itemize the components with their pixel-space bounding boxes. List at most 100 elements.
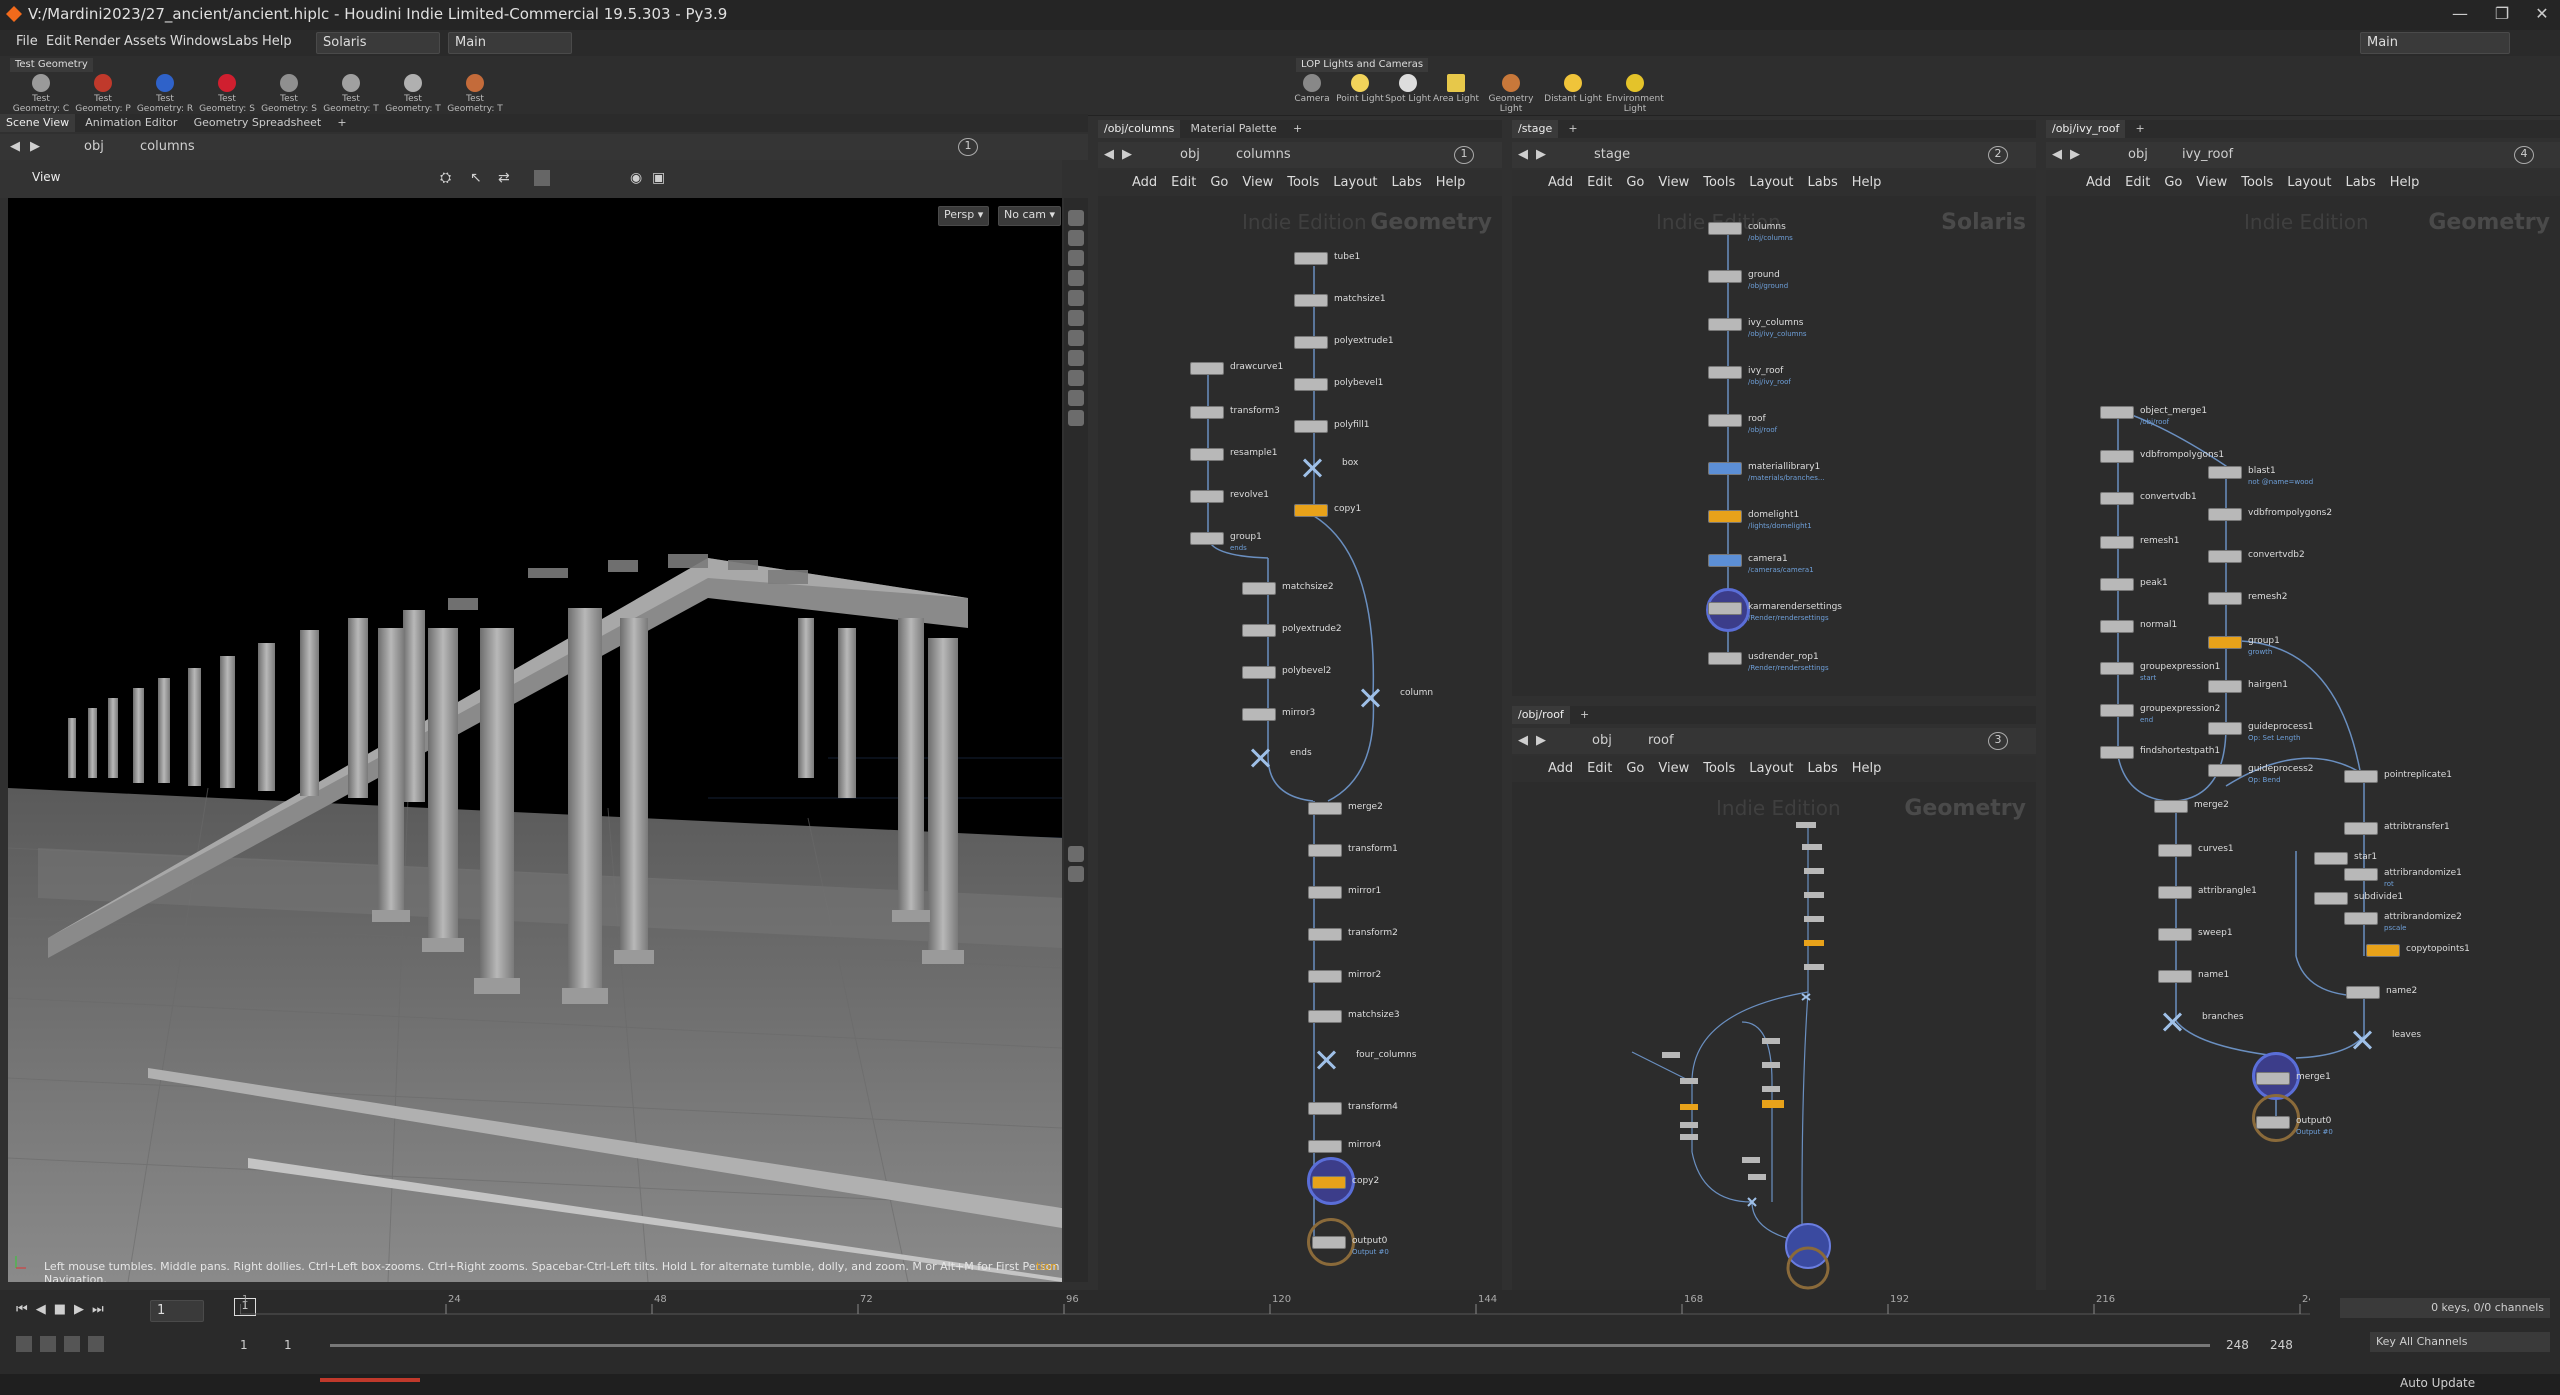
tab-material-palette[interactable]: Material Palette bbox=[1185, 120, 1283, 138]
network-node[interactable] bbox=[2158, 970, 2192, 983]
range-start[interactable]: 1 bbox=[240, 1338, 248, 1352]
net-menu-go[interactable]: Go bbox=[1210, 175, 1228, 196]
net-menu-help[interactable]: Help bbox=[1436, 175, 1466, 196]
realtime-toggle-icon[interactable] bbox=[16, 1336, 32, 1352]
network-node[interactable] bbox=[1708, 602, 1742, 615]
network-node[interactable] bbox=[1294, 420, 1328, 433]
network-node[interactable] bbox=[2208, 508, 2242, 521]
network-node[interactable] bbox=[1708, 510, 1742, 523]
net-menu-edit[interactable]: Edit bbox=[2125, 175, 2150, 196]
select-icon[interactable]: ↖ bbox=[470, 170, 482, 186]
roof-network-editor[interactable]: Geometry Indie Edition bbox=[1512, 782, 2036, 1290]
snap-icon[interactable]: ⇄ bbox=[498, 170, 510, 186]
network-node[interactable] bbox=[2158, 928, 2192, 941]
columns-network-editor[interactable]: Geometry Indie Edition tube1 matchsize1 po… bbox=[1098, 196, 1502, 1290]
network-node[interactable] bbox=[1294, 294, 1328, 307]
network-node[interactable] bbox=[2352, 1030, 2372, 1050]
net-menu-layout[interactable]: Layout bbox=[2287, 175, 2331, 196]
light-icon[interactable] bbox=[1068, 290, 1084, 306]
menu-windows[interactable]: Windows bbox=[170, 34, 228, 49]
network-node[interactable] bbox=[2162, 1012, 2182, 1032]
persp-camera-menu[interactable]: Persp ▾ bbox=[938, 206, 990, 226]
network-node[interactable] bbox=[2154, 800, 2188, 813]
network-node[interactable] bbox=[2208, 722, 2242, 735]
ivyroof-network-editor[interactable]: Geometry Indie Edition object_merge1/obj… bbox=[2046, 196, 2560, 1290]
no-cam-menu[interactable]: No cam ▾ bbox=[998, 206, 1061, 226]
network-node[interactable] bbox=[2100, 492, 2134, 505]
link-badge[interactable]: 1 bbox=[958, 138, 978, 156]
shelf-tool-test-geometry-rubbertoy[interactable]: Test Geometry: R bbox=[134, 74, 196, 114]
wireframe-icon[interactable] bbox=[1068, 370, 1084, 386]
tab-scene-view[interactable]: Scene View bbox=[0, 114, 76, 132]
net-menu-add[interactable]: Add bbox=[1548, 761, 1573, 782]
network-node[interactable] bbox=[2100, 704, 2134, 717]
shading-icon[interactable] bbox=[1068, 350, 1084, 366]
forward-arrow-icon[interactable]: ▶ bbox=[1122, 147, 1132, 162]
timeline-ruler[interactable]: 1 24 48 72 96 120 144 168 192 216 240 bbox=[240, 1290, 2310, 1330]
flipbook-icon[interactable]: ▣ bbox=[652, 170, 665, 186]
play-icon[interactable]: ▶ bbox=[74, 1302, 84, 1317]
network-node[interactable] bbox=[1308, 802, 1342, 815]
net-menu-layout[interactable]: Layout bbox=[1749, 761, 1793, 782]
keyframe-icon[interactable] bbox=[88, 1336, 104, 1352]
network-node[interactable] bbox=[2100, 450, 2134, 463]
net-menu-tools[interactable]: Tools bbox=[2241, 175, 2273, 196]
shelf-tab-test-geometry[interactable]: Test Geometry bbox=[10, 58, 93, 72]
shelf-tool-test-geometry-torus[interactable]: Test Geometry: T bbox=[444, 74, 506, 114]
network-node[interactable] bbox=[2256, 1072, 2290, 1085]
menu-render[interactable]: Render bbox=[74, 34, 120, 49]
tab-animation-editor[interactable]: Animation Editor bbox=[79, 114, 183, 132]
forward-arrow-icon[interactable]: ▶ bbox=[1536, 733, 1546, 748]
network-node[interactable] bbox=[2208, 636, 2242, 649]
network-node[interactable] bbox=[2208, 550, 2242, 563]
net-menu-go[interactable]: Go bbox=[1626, 761, 1644, 782]
close-button[interactable]: ✕ bbox=[2522, 4, 2560, 23]
network-node[interactable] bbox=[2346, 986, 2380, 999]
net-menu-labs[interactable]: Labs bbox=[1391, 175, 1421, 196]
minimize-button[interactable]: — bbox=[2440, 4, 2480, 23]
add-tab-button[interactable]: + bbox=[2130, 120, 2151, 138]
range-end[interactable]: 248 bbox=[2226, 1338, 2249, 1352]
shelf-tool-test-geometry-crag[interactable]: Test Geometry: C bbox=[10, 74, 72, 114]
path-node[interactable]: roof bbox=[1648, 733, 1674, 748]
tab-geometry-spreadsheet[interactable]: Geometry Spreadsheet bbox=[188, 114, 328, 132]
network-node[interactable] bbox=[2344, 822, 2378, 835]
current-frame-field[interactable]: 1 bbox=[150, 1300, 204, 1322]
net-menu-view[interactable]: View bbox=[1658, 175, 1689, 196]
link-badge[interactable]: 2 bbox=[1988, 146, 2008, 164]
path-node[interactable]: columns bbox=[1236, 147, 1291, 162]
network-node[interactable] bbox=[1190, 362, 1224, 375]
grid-icon[interactable] bbox=[534, 170, 550, 186]
net-menu-labs[interactable]: Labs bbox=[1807, 175, 1837, 196]
link-badge[interactable]: 4 bbox=[2514, 146, 2534, 164]
camera-view-icon[interactable] bbox=[1068, 270, 1084, 286]
back-arrow-icon[interactable]: ◀ bbox=[1518, 733, 1528, 748]
network-node[interactable] bbox=[1308, 1140, 1342, 1153]
net-menu-go[interactable]: Go bbox=[1626, 175, 1644, 196]
jump-start-icon[interactable]: ⏮ bbox=[16, 1302, 28, 1317]
shelf-tool-test-geometry-squab[interactable]: Test Geometry: S bbox=[258, 74, 320, 114]
net-menu-view[interactable]: View bbox=[1658, 761, 1689, 782]
back-arrow-icon[interactable]: ◀ bbox=[2052, 147, 2062, 162]
network-node[interactable] bbox=[1708, 652, 1742, 665]
network-node[interactable] bbox=[1708, 318, 1742, 331]
range-slider[interactable] bbox=[330, 1344, 2210, 1347]
back-arrow-icon[interactable]: ◀ bbox=[10, 139, 20, 154]
network-node[interactable] bbox=[2100, 406, 2134, 419]
network-node[interactable] bbox=[1308, 970, 1342, 983]
network-node[interactable] bbox=[1294, 504, 1328, 517]
link-badge[interactable]: 3 bbox=[1988, 732, 2008, 750]
shelf-tab-lop-lights[interactable]: LOP Lights and Cameras bbox=[1296, 58, 1429, 72]
network-node[interactable] bbox=[1242, 666, 1276, 679]
net-menu-tools[interactable]: Tools bbox=[1703, 175, 1735, 196]
network-node[interactable] bbox=[2158, 844, 2192, 857]
network-node[interactable] bbox=[1308, 844, 1342, 857]
back-arrow-icon[interactable]: ◀ bbox=[1518, 147, 1528, 162]
shelf-tool-test-geometry-shaderball[interactable]: Test Geometry: S bbox=[196, 74, 258, 114]
viewlayout-selector[interactable]: Main bbox=[448, 32, 572, 54]
network-node[interactable] bbox=[2344, 912, 2378, 925]
maximize-button[interactable]: ❐ bbox=[2482, 4, 2522, 23]
net-menu-tools[interactable]: Tools bbox=[1287, 175, 1319, 196]
network-node[interactable] bbox=[2100, 620, 2134, 633]
path-root[interactable]: obj bbox=[1592, 733, 1612, 748]
